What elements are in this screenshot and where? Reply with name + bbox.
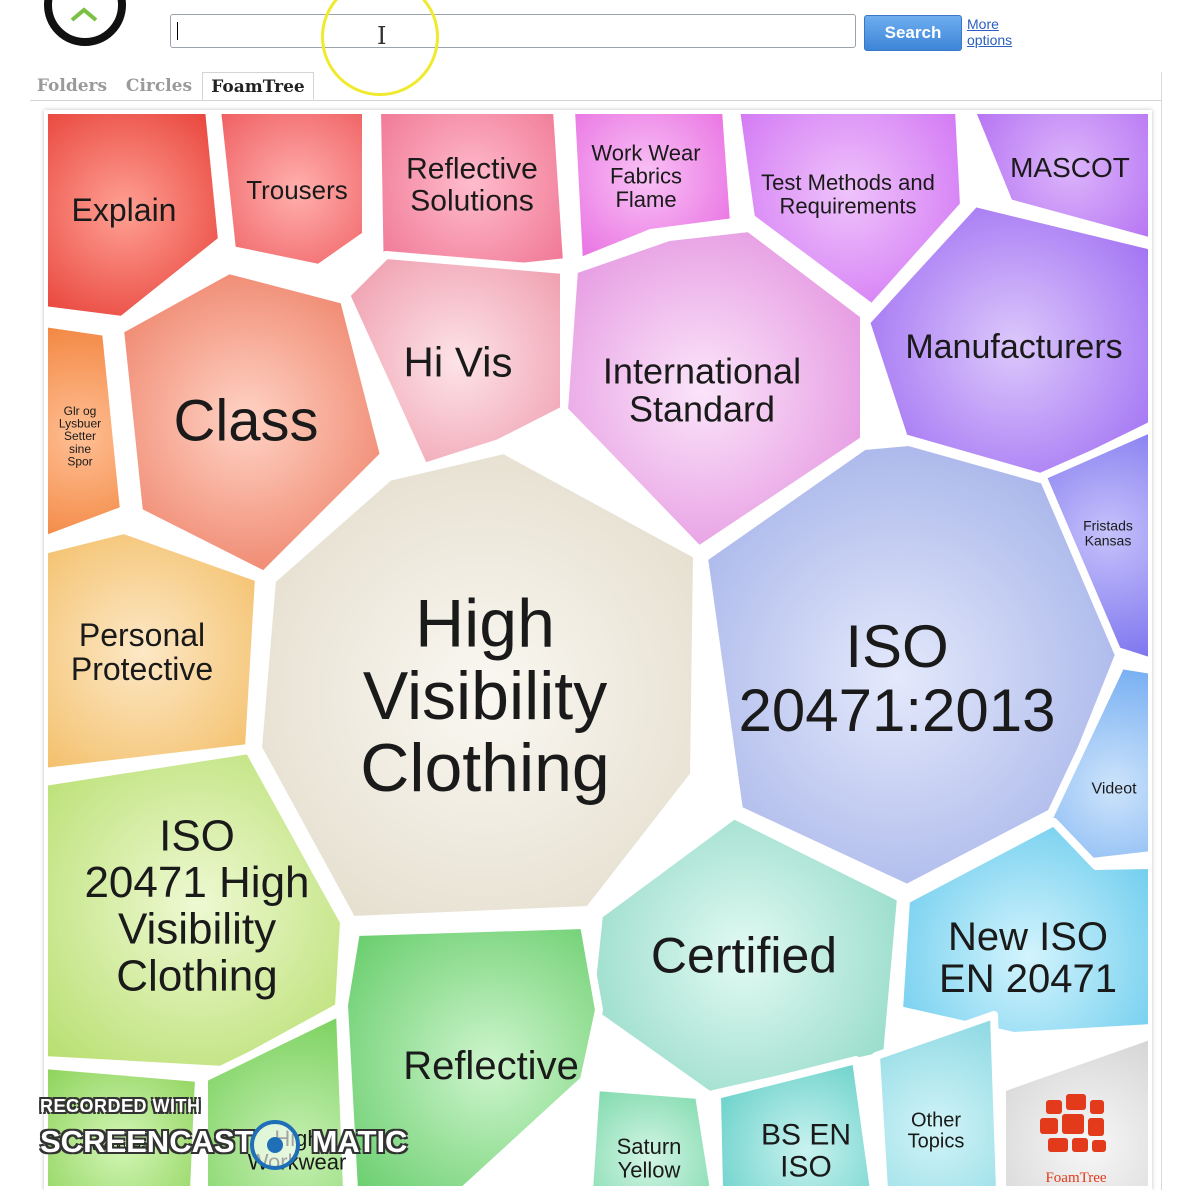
cell-shape[interactable] bbox=[213, 110, 370, 272]
foamtree-logo-text: FoamTree bbox=[1045, 1170, 1106, 1186]
tab-foamtree[interactable]: FoamTree bbox=[202, 72, 314, 100]
cell-shape[interactable] bbox=[998, 1031, 1152, 1190]
cell-trousers[interactable]: Trousers bbox=[213, 110, 370, 272]
app-logo[interactable] bbox=[44, 0, 126, 46]
search-input[interactable] bbox=[170, 14, 856, 48]
foamtree-logo-icon: FoamTree bbox=[1040, 1094, 1107, 1186]
cell-personal-protective[interactable]: PersonalProtective bbox=[44, 526, 263, 776]
foamtree-canvas: ExplainTrousersReflectiveSolutionsWork W… bbox=[44, 110, 1152, 1190]
cell-shape[interactable] bbox=[44, 526, 263, 776]
cell-shape[interactable] bbox=[44, 319, 128, 544]
panel-border bbox=[1161, 72, 1162, 1190]
more-options-link[interactable]: More options bbox=[967, 16, 1029, 48]
cell-saturn-yellow[interactable]: SaturnYellow bbox=[585, 1083, 718, 1190]
cell-glr-og-lysbuer[interactable]: Glr ogLysbuerSettersineSpor bbox=[44, 319, 128, 544]
tab-circles[interactable]: Circles bbox=[122, 72, 196, 100]
cell-reflective[interactable]: Reflective bbox=[340, 921, 603, 1190]
cell-other-topics[interactable]: OtherTopics bbox=[872, 1011, 1004, 1190]
cell-shape[interactable] bbox=[44, 1061, 203, 1190]
cell-workwear-small[interactable]: Workwear bbox=[44, 1061, 203, 1190]
logo-mark-icon bbox=[70, 7, 98, 22]
text-caret bbox=[177, 22, 178, 40]
search-button[interactable]: Search bbox=[864, 15, 962, 51]
foamtree-visualization[interactable]: Explain Trousers Reflective Solutions Work W… bbox=[44, 110, 1152, 1190]
view-tabs bbox=[30, 70, 1162, 101]
cell-shape[interactable] bbox=[872, 1011, 1004, 1190]
cell-shape[interactable] bbox=[585, 1083, 718, 1190]
tab-folders[interactable]: Folders bbox=[34, 72, 110, 100]
ibeam-cursor-icon: I bbox=[377, 22, 387, 50]
cell-shape[interactable] bbox=[340, 921, 603, 1190]
cell-foamtree-logo-cell[interactable] bbox=[998, 1031, 1152, 1190]
